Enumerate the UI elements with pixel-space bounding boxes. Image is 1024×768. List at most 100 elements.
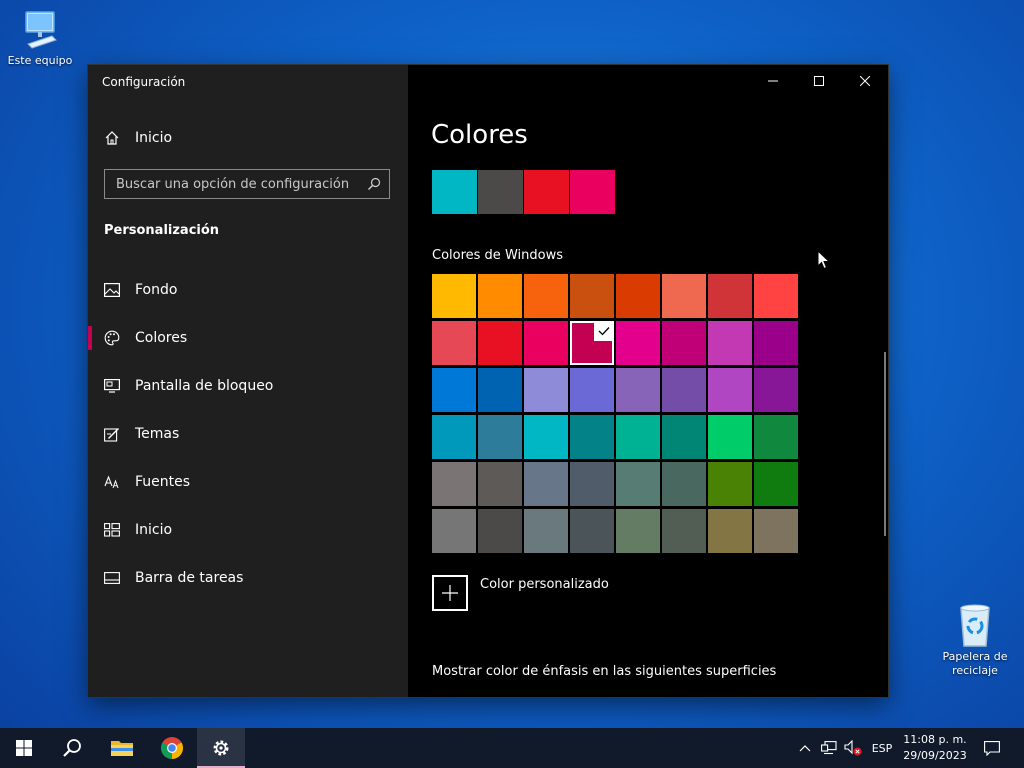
color-swatch[interactable] — [432, 368, 476, 412]
color-swatch[interactable] — [616, 462, 660, 506]
section-title: Personalización — [104, 223, 220, 238]
color-swatch[interactable] — [524, 509, 568, 553]
color-swatch[interactable] — [616, 321, 660, 365]
color-swatch[interactable] — [570, 415, 614, 459]
start-icon — [104, 522, 120, 538]
clock-date: 29/09/2023 — [903, 749, 967, 762]
nav-home[interactable]: Inicio — [88, 118, 408, 158]
nav-home-label: Inicio — [135, 130, 173, 146]
color-swatch[interactable] — [616, 368, 660, 412]
color-swatch[interactable] — [432, 321, 476, 365]
color-swatch[interactable] — [662, 368, 706, 412]
sidebar-item-barra-de-tareas[interactable]: Barra de tareas — [88, 558, 408, 598]
color-swatch[interactable] — [570, 274, 614, 318]
window-title: Configuración — [102, 75, 186, 89]
desktop-icon-recycle-bin[interactable]: Papelera de reciclaje — [935, 602, 1015, 678]
color-swatch[interactable] — [478, 321, 522, 365]
volume-button[interactable] — [842, 728, 864, 768]
color-swatch[interactable] — [524, 415, 568, 459]
color-swatch[interactable] — [478, 462, 522, 506]
settings-taskbar-button[interactable] — [197, 728, 245, 768]
color-swatch[interactable] — [570, 368, 614, 412]
minimize-button[interactable] — [750, 65, 796, 97]
chrome-button[interactable] — [148, 728, 196, 768]
color-swatch[interactable] — [432, 415, 476, 459]
search-input[interactable] — [105, 175, 359, 193]
color-swatch[interactable] — [432, 509, 476, 553]
maximize-icon — [814, 76, 824, 86]
settings-window: Configuración Inicio Personalización Fon… — [88, 65, 888, 697]
clock[interactable]: 11:08 p. m. 29/09/2023 — [898, 732, 972, 764]
color-swatch[interactable] — [754, 509, 798, 553]
color-swatch[interactable] — [662, 462, 706, 506]
gear-icon — [213, 740, 229, 756]
desktop-icon-label: Papelera de reciclaje — [942, 650, 1008, 677]
color-swatch[interactable] — [754, 274, 798, 318]
scrollbar[interactable] — [884, 352, 886, 536]
color-swatch[interactable] — [616, 509, 660, 553]
sidebar-item-temas[interactable]: Temas — [88, 414, 408, 454]
maximize-button[interactable] — [796, 65, 842, 97]
color-swatch[interactable] — [708, 462, 752, 506]
custom-color-label: Color personalizado — [480, 577, 609, 592]
color-swatch[interactable] — [478, 274, 522, 318]
sidebar-item-label: Barra de tareas — [135, 570, 244, 586]
color-swatch[interactable] — [708, 274, 752, 318]
color-swatch[interactable] — [570, 509, 614, 553]
color-swatch[interactable] — [432, 462, 476, 506]
action-center-button[interactable] — [978, 728, 1006, 768]
settings-sidebar: Configuración Inicio Personalización Fon… — [88, 65, 408, 697]
search-icon[interactable] — [359, 170, 389, 198]
color-swatch[interactable] — [754, 462, 798, 506]
sidebar-item-pantalla-de-bloqueo[interactable]: Pantalla de bloqueo — [88, 366, 408, 406]
color-swatch[interactable] — [478, 415, 522, 459]
recycle-bin-icon — [960, 604, 990, 647]
palette-icon — [104, 330, 120, 346]
sidebar-item-colores[interactable]: Colores — [88, 318, 408, 358]
desktop-icon-this-pc[interactable]: Este equipo — [0, 10, 80, 68]
search-box[interactable] — [104, 169, 390, 199]
color-swatch[interactable] — [570, 462, 614, 506]
sidebar-item-label: Fuentes — [135, 474, 191, 490]
close-button[interactable] — [842, 65, 888, 97]
color-swatch[interactable] — [662, 509, 706, 553]
color-swatch[interactable] — [754, 415, 798, 459]
color-swatch[interactable] — [708, 509, 752, 553]
sidebar-item-inicio[interactable]: Inicio — [88, 510, 408, 550]
color-swatch[interactable] — [478, 368, 522, 412]
color-swatch[interactable] — [478, 509, 522, 553]
recent-color-swatch[interactable] — [432, 170, 477, 214]
custom-color-button[interactable]: Color personalizado — [432, 575, 609, 611]
color-swatch[interactable] — [524, 321, 568, 365]
search-icon — [63, 739, 81, 757]
color-swatch[interactable] — [708, 368, 752, 412]
color-swatch[interactable] — [524, 462, 568, 506]
color-swatch[interactable] — [432, 274, 476, 318]
file-explorer-button[interactable] — [98, 728, 146, 768]
language-indicator[interactable]: ESP — [868, 728, 896, 768]
color-swatch[interactable] — [616, 274, 660, 318]
color-swatch[interactable] — [754, 321, 798, 365]
recent-color-swatch[interactable] — [524, 170, 569, 214]
sidebar-item-fuentes[interactable]: Fuentes — [88, 462, 408, 502]
start-button[interactable] — [0, 728, 48, 768]
color-swatch[interactable] — [708, 321, 752, 365]
color-swatch-selected[interactable] — [570, 321, 614, 365]
fonts-icon — [104, 474, 120, 490]
color-swatch[interactable] — [524, 274, 568, 318]
color-swatch[interactable] — [616, 415, 660, 459]
color-swatch[interactable] — [524, 368, 568, 412]
search-button[interactable] — [48, 728, 96, 768]
network-button[interactable] — [818, 728, 840, 768]
color-swatch[interactable] — [662, 321, 706, 365]
color-swatch[interactable] — [708, 415, 752, 459]
show-hidden-icons-button[interactable] — [795, 728, 815, 768]
recent-color-swatch[interactable] — [478, 170, 523, 214]
color-swatch[interactable] — [662, 415, 706, 459]
volume-muted-icon — [844, 740, 862, 756]
show-accent-label: Mostrar color de énfasis en las siguient… — [432, 664, 777, 679]
color-swatch[interactable] — [662, 274, 706, 318]
recent-color-swatch[interactable] — [570, 170, 615, 214]
sidebar-item-fondo[interactable]: Fondo — [88, 270, 408, 310]
color-swatch[interactable] — [754, 368, 798, 412]
